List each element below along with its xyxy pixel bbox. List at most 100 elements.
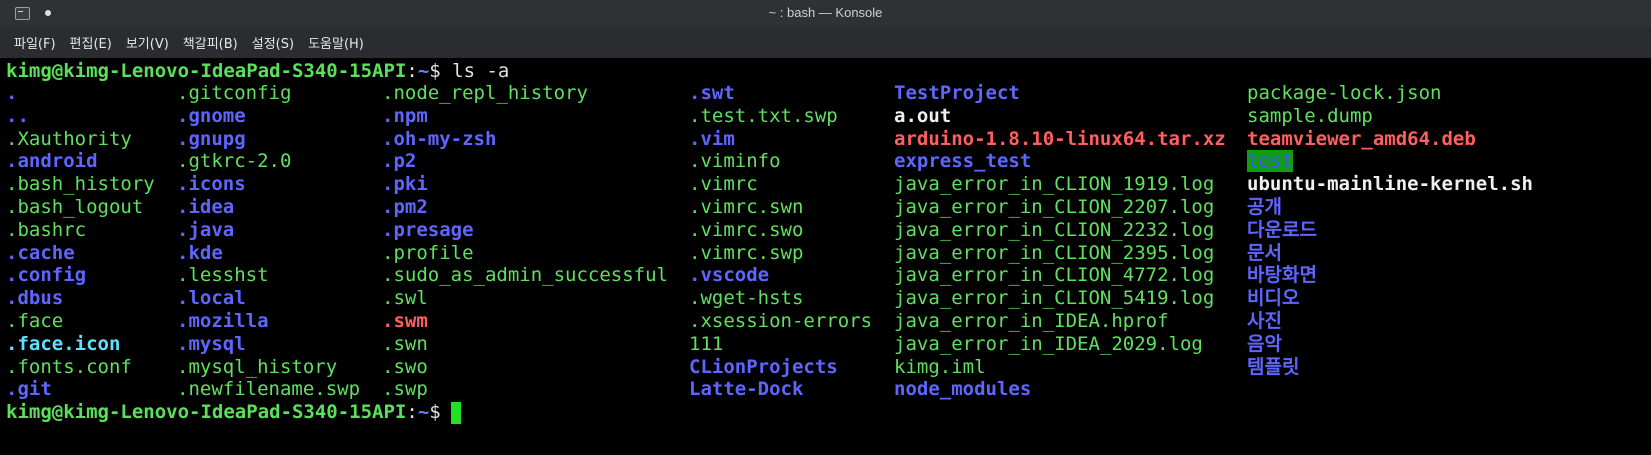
- listing-entry: ..: [6, 104, 29, 127]
- listing-entry: .bash_logout: [6, 195, 144, 218]
- menu-edit[interactable]: 편집(E): [64, 33, 118, 52]
- listing-row: .swl: [382, 287, 668, 310]
- listing-row: java_error_in_CLION_5419.log: [894, 287, 1226, 310]
- listing-entry: .fonts.conf: [6, 355, 132, 378]
- listing-row: .Xauthority: [6, 128, 155, 151]
- listing-column-2: .gitconfig .gnome .gnupg .gtkrc-2.0 .icons .i…: [177, 82, 360, 401]
- listing-row: .vimrc.swn: [689, 196, 872, 219]
- listing-entry: .wget-hsts: [689, 287, 804, 310]
- listing-entry: .cache: [6, 241, 75, 264]
- listing-entry: 공개: [1247, 195, 1282, 218]
- listing-row: CLionProjects: [689, 356, 872, 379]
- listing-row: 다운로드: [1247, 219, 1533, 242]
- listing-entry: .swt: [689, 82, 735, 104]
- listing-entry: a.out: [894, 104, 952, 127]
- title-bar[interactable]: ~ : bash — Konsole: [0, 0, 1651, 27]
- active-prompt-line[interactable]: kimg@kimg-Lenovo-IdeaPad-S340-15API:~$: [6, 400, 452, 424]
- listing-entry: .gnome: [177, 104, 246, 127]
- listing-entry: package-lock.json: [1247, 82, 1442, 104]
- listing-entry: .icons: [177, 173, 246, 196]
- listing-row: .sudo_as_admin_successful: [382, 264, 668, 287]
- menu-settings[interactable]: 설정(S): [246, 33, 300, 52]
- listing-row: node_modules: [894, 378, 1226, 401]
- listing-row: 공개: [1247, 196, 1533, 219]
- listing-row: .face: [6, 310, 155, 333]
- command-prompt-line: kimg@kimg-Lenovo-IdeaPad-S340-15API:~$ l…: [6, 59, 509, 83]
- listing-row: .presage: [382, 219, 668, 242]
- listing-row: java_error_in_CLION_4772.log: [894, 264, 1226, 287]
- listing-row: .vimrc.swo: [689, 219, 872, 242]
- listing-row: .wget-hsts: [689, 287, 872, 310]
- listing-row: .pm2: [382, 196, 668, 219]
- listing-row: .pki: [382, 173, 668, 196]
- listing-row: .node_repl_history: [382, 82, 668, 105]
- listing-row: 템플릿: [1247, 356, 1533, 379]
- listing-row: .local: [177, 287, 360, 310]
- menu-help[interactable]: 도움말(H): [302, 33, 370, 52]
- prompt-path: ~: [417, 401, 430, 423]
- listing-row: a.out: [894, 105, 1226, 128]
- listing-entry: .idea: [177, 195, 235, 218]
- listing-row: .swt: [689, 82, 872, 105]
- listing-entry: .xsession-errors: [689, 309, 873, 332]
- listing-entry: .oh-my-zsh: [382, 127, 497, 150]
- listing-entry: java_error_in_CLION_2207.log: [894, 195, 1215, 218]
- listing-row: .mysql: [177, 333, 360, 356]
- listing-entry: .dbus: [6, 287, 64, 310]
- menu-bar: 파일(F) 편집(E) 보기(V) 책갈피(B) 설정(S) 도움말(H): [0, 27, 1651, 58]
- listing-row: package-lock.json: [1247, 82, 1533, 105]
- listing-entry: node_modules: [894, 378, 1032, 401]
- listing-entry: .newfilename.swp: [177, 378, 361, 401]
- konsole-window: ~ : bash — Konsole 파일(F) 편집(E) 보기(V) 책갈피…: [0, 0, 1651, 455]
- listing-row: .git: [6, 378, 155, 401]
- listing-entry: Latte-Dock: [689, 378, 804, 401]
- listing-entry: .viminfo: [689, 150, 781, 173]
- listing-row: .icons: [177, 173, 360, 196]
- listing-entry: .java: [177, 218, 235, 241]
- listing-row: .swo: [382, 356, 668, 379]
- listing-entry: java_error_in_CLION_2395.log: [894, 241, 1215, 264]
- listing-entry: .npm: [382, 104, 428, 127]
- listing-row: .gtkrc-2.0: [177, 150, 360, 173]
- listing-entry: teamviewer_amd64.deb: [1247, 127, 1476, 150]
- menu-file[interactable]: 파일(F): [8, 33, 62, 52]
- listing-entry: .gnupg: [177, 127, 246, 150]
- listing-row: java_error_in_CLION_1919.log: [894, 173, 1226, 196]
- listing-entry: .mozilla: [177, 309, 269, 332]
- prompt-user-host: kimg@kimg-Lenovo-IdeaPad-S340-15API: [6, 60, 407, 82]
- listing-row: .kde: [177, 242, 360, 265]
- listing-column-6: package-lock.json sample.dump teamviewer_a…: [1247, 82, 1533, 378]
- listing-entry: .face: [6, 309, 64, 332]
- listing-entry: 다운로드: [1247, 218, 1317, 241]
- listing-row: .oh-my-zsh: [382, 128, 668, 151]
- prompt-dollar: $: [429, 60, 453, 82]
- listing-entry: .Xauthority: [6, 127, 132, 150]
- listing-entry: .bash_history: [6, 173, 155, 196]
- listing-entry: java_error_in_CLION_5419.log: [894, 287, 1215, 310]
- menu-bookmarks[interactable]: 책갈피(B): [177, 33, 244, 52]
- listing-entry: .kde: [177, 241, 223, 264]
- listing-row: .dbus: [6, 287, 155, 310]
- listing-entry: .vimrc.swn: [689, 195, 804, 218]
- prompt-separator: :: [406, 60, 418, 82]
- listing-column-4: .swt .test.txt.swp .vim .viminfo .vimrc .vimr…: [689, 82, 872, 401]
- listing-row: .face.icon: [6, 333, 155, 356]
- listing-row: .newfilename.swp: [177, 378, 360, 401]
- listing-row: .: [6, 82, 155, 105]
- window-title: ~ : bash — Konsole: [768, 5, 883, 20]
- listing-entry: .mysql_history: [177, 355, 338, 378]
- listing-row: java_error_in_IDEA_2029.log: [894, 333, 1226, 356]
- listing-row: .swn: [382, 333, 668, 356]
- listing-row: .gnupg: [177, 128, 360, 151]
- listing-row: 바탕화면: [1247, 264, 1533, 287]
- listing-entry: java_error_in_CLION_1919.log: [894, 173, 1215, 196]
- listing-entry: java_error_in_CLION_2232.log: [894, 218, 1215, 241]
- menu-view[interactable]: 보기(V): [120, 33, 175, 52]
- listing-row: .vimrc.swp: [689, 242, 872, 265]
- listing-entry: .swn: [382, 332, 428, 355]
- listing-row: .idea: [177, 196, 360, 219]
- listing-column-5: TestProject a.out arduino-1.8.10-linux64.t…: [894, 82, 1226, 401]
- terminal-output[interactable]: kimg@kimg-Lenovo-IdeaPad-S340-15API:~$ l…: [0, 58, 1651, 455]
- listing-entry: .swo: [382, 355, 428, 378]
- listing-row: .vimrc: [689, 173, 872, 196]
